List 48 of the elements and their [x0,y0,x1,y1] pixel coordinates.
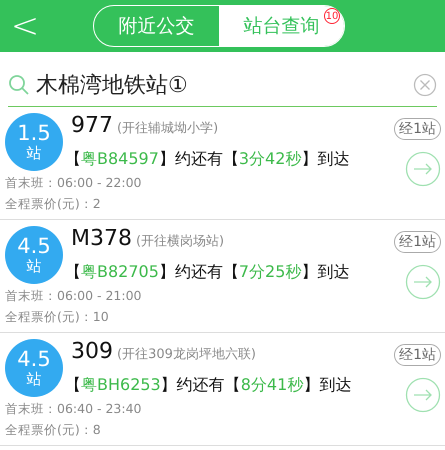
distance-unit: 站 [26,371,42,388]
distance-unit: 站 [26,258,42,275]
fare-text: 全程票价(元)：2 [5,196,102,212]
distance-unit: 站 [26,145,42,162]
fare-text: 全程票价(元)：8 [5,422,102,438]
search-icon [8,74,30,96]
search-field[interactable]: 木棉湾地铁站① [8,64,437,107]
arrival-text: 】到达 [301,148,350,170]
search-text: 木棉湾地铁站① [36,72,189,100]
arrival-time: 3分42秒 [238,148,302,170]
stops-tag: 经1站 [394,344,441,366]
go-button[interactable] [405,151,441,187]
arrival-text: 】到达 [301,262,350,282]
fare-text: 全程票价(元)：10 [5,308,110,326]
route-row[interactable]: 1.5 站 977 (开往辅城坳小学) 【粤B84597】约还有【3分42秒】到达 经1站 首末班：06:00 - 22:00 全程票价(元)：2 [0,107,445,220]
plate-number: 粤B82705 [81,262,159,282]
route-destination: (开往辅城坳小学) [117,120,218,137]
clear-icon[interactable] [413,73,437,97]
count-badge: 10 [324,8,340,24]
route-destination: (开往横岗场站) [136,233,224,250]
route-row[interactable]: 4.5 站 309 (开往309龙岗坪地六联) 【粤BH6253】约还有【8分41秒】到达 经1站 首末班：06:40 - 23:40 全程票价(元)：8 [0,333,445,446]
arrival-text: 】到达 [303,374,352,396]
route-row[interactable]: 4.5 站 M378 (开往横岗场站) 【粤B82705】约还有【7分25秒】到达 经1站 首末班：06:00 - 21:00 全程票价(元)：10 [0,220,445,333]
bracket-text: 【 [65,374,81,396]
distance-value: 1.5 [17,122,51,146]
route-name: M378 [71,226,132,251]
go-button[interactable] [405,377,441,413]
stops-tag: 经1站 [394,231,441,253]
arrival-time: 7分25秒 [238,262,302,282]
arrival-text: 】约还有【 [158,262,239,282]
stops-tag: 经1站 [394,118,441,140]
schedule-text: 首末班：06:00 - 21:00 [5,288,143,304]
route-name: 309 [71,339,113,364]
route-name: 977 [71,113,113,138]
bracket-text: 【 [65,148,81,170]
arrival-text: 】约还有【 [160,374,241,396]
go-button[interactable] [405,264,441,300]
bracket-text: 【 [65,262,81,282]
distance-value: 4.5 [17,235,51,258]
distance-value: 4.5 [17,348,51,372]
tab[interactable]: 站台查询 10 [219,6,344,46]
schedule-text: 首末班：06:40 - 23:40 [5,400,143,418]
arrival-time: 8分41秒 [240,374,304,396]
plate-number: 粤BH6253 [81,374,161,396]
plate-number: 粤B84597 [81,148,159,170]
schedule-text: 首末班：06:00 - 22:00 [5,174,143,192]
route-destination: (开往309龙岗坪地六联) [117,346,256,363]
arrival-text: 】约还有【 [158,148,239,170]
